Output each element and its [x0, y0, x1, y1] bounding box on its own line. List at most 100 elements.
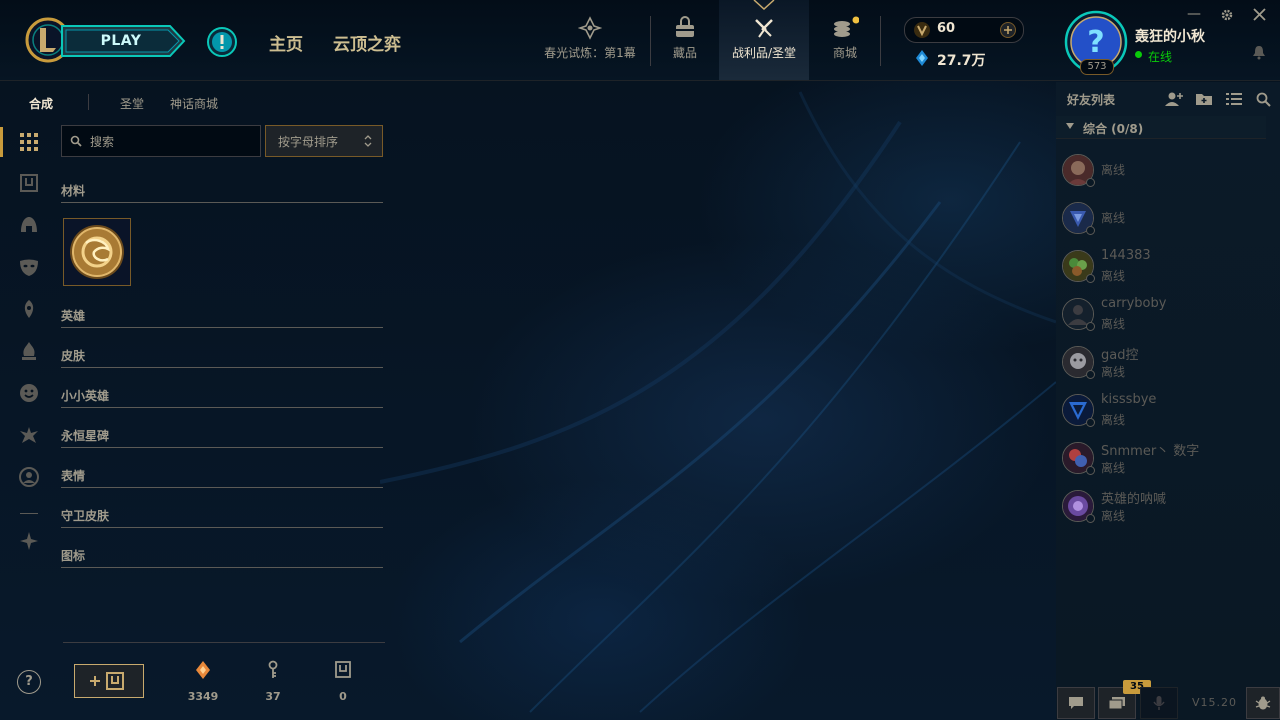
- play-button[interactable]: PLAY: [60, 24, 186, 58]
- profile-icon-filter-icon[interactable]: [18, 466, 40, 488]
- hextech-material-icon: [70, 225, 124, 279]
- status-text[interactable]: 在线: [1148, 48, 1172, 65]
- nav-trial[interactable]: 春光试炼：第1幕: [540, 0, 640, 80]
- key-icon: [268, 660, 278, 678]
- friend-group-label: 综合 (0/8): [1083, 122, 1144, 136]
- offline-status-dot: [1086, 466, 1095, 475]
- nav-tft[interactable]: 云顶之弈: [333, 30, 401, 55]
- friend-item[interactable]: carryboby 离线: [1056, 296, 1280, 344]
- notifications-icon: [1108, 697, 1125, 710]
- chest-filter-icon[interactable]: [18, 172, 40, 194]
- friend-group-header[interactable]: 综合 (0/8): [1056, 116, 1266, 138]
- friend-status: 离线: [1101, 509, 1126, 523]
- divider: [880, 16, 881, 66]
- emote-icon[interactable]: [18, 382, 40, 404]
- blue-essence-icon: [916, 50, 928, 66]
- alert-icon[interactable]: [206, 26, 238, 58]
- grid-icon[interactable]: [18, 131, 40, 153]
- friend-item[interactable]: 144383 离线: [1056, 248, 1280, 296]
- divider: [650, 16, 651, 66]
- summoner-name: 轰狂的小秋: [1135, 29, 1205, 45]
- svg-text:?: ?: [1087, 25, 1104, 60]
- champion-helmet-icon[interactable]: [18, 214, 40, 236]
- close-icon[interactable]: [1253, 8, 1266, 21]
- nav-collection[interactable]: 藏品: [660, 0, 710, 80]
- nav-collection-label: 藏品: [672, 46, 697, 60]
- category-champions[interactable]: 英雄: [61, 307, 383, 328]
- friend-item[interactable]: gad控 离线: [1056, 344, 1280, 392]
- friend-item[interactable]: kisssbye 离线: [1056, 392, 1280, 440]
- friend-status: 离线: [1101, 317, 1126, 331]
- category-little-legends[interactable]: 小小英雄: [61, 387, 383, 408]
- minimize-icon[interactable]: —: [1187, 6, 1201, 22]
- key-counter: 37: [243, 660, 303, 703]
- category-eternals[interactable]: 永恒星碑: [61, 427, 383, 448]
- list-view-icon[interactable]: [1224, 90, 1244, 108]
- chat-button[interactable]: [1057, 687, 1095, 719]
- category-ward-skins[interactable]: 守卫皮肤: [61, 507, 383, 528]
- skin-mask-icon[interactable]: [18, 256, 40, 278]
- rp-value: 60: [937, 21, 956, 36]
- divider: [88, 94, 89, 110]
- friend-item[interactable]: Snmmer丶 数字 离线: [1056, 440, 1280, 488]
- tab-crafting[interactable]: 合成: [29, 95, 53, 112]
- level-badge: 573: [1080, 59, 1114, 75]
- category-label: 皮肤: [61, 349, 86, 363]
- active-indicator-icon: [753, 0, 775, 10]
- nav-loot-label: 战利品/圣堂: [731, 46, 797, 60]
- search-box[interactable]: [61, 125, 261, 157]
- nav-loot[interactable]: 战利品/圣堂: [719, 0, 809, 80]
- friend-status: 离线: [1101, 269, 1126, 283]
- loot-icon: [755, 19, 773, 38]
- offline-status-dot: [1086, 226, 1095, 235]
- category-icons[interactable]: 图标: [61, 547, 383, 568]
- nav-store[interactable]: 商城: [818, 0, 872, 80]
- category-skins[interactable]: 皮肤: [61, 347, 383, 368]
- category-materials[interactable]: 材料: [61, 182, 383, 203]
- category-emotes[interactable]: 表情: [61, 467, 383, 488]
- orange-essence-counter: 3349: [173, 660, 233, 703]
- material-item-slot[interactable]: [63, 218, 131, 286]
- sort-dropdown[interactable]: 按字母排序: [265, 125, 383, 157]
- eternals-icon[interactable]: [18, 340, 40, 362]
- divider: [20, 513, 38, 514]
- bell-icon[interactable]: [1252, 44, 1266, 60]
- friend-status: 离线: [1101, 461, 1126, 475]
- key-value: 37: [265, 690, 281, 703]
- voice-button[interactable]: [1140, 687, 1178, 719]
- nav-home[interactable]: 主页: [269, 30, 303, 55]
- friend-name: carryboby: [1101, 296, 1167, 311]
- tab-mythic-shop[interactable]: 神话商城: [170, 95, 218, 112]
- little-legend-icon[interactable]: [18, 298, 40, 320]
- friend-item[interactable]: 离线: [1056, 152, 1280, 200]
- add-friend-icon[interactable]: [1164, 90, 1184, 108]
- misc-emblem-icon[interactable]: [18, 530, 40, 552]
- ward-skin-icon[interactable]: [18, 424, 40, 446]
- rp-wallet[interactable]: 60: [904, 17, 1024, 43]
- friend-name: kisssbye: [1101, 392, 1157, 407]
- offline-status-dot: [1086, 274, 1095, 283]
- add-chest-button[interactable]: [74, 664, 144, 698]
- tab-sanctum[interactable]: 圣堂: [120, 95, 144, 112]
- friends-title: 好友列表: [1067, 93, 1116, 107]
- add-rp-icon[interactable]: [999, 21, 1017, 39]
- gear-icon[interactable]: [1220, 8, 1234, 22]
- friend-status: 离线: [1101, 163, 1126, 177]
- search-friends-icon[interactable]: [1254, 90, 1274, 108]
- add-folder-icon[interactable]: [1194, 90, 1214, 108]
- help-button[interactable]: ?: [17, 670, 41, 694]
- offline-status-dot: [1086, 418, 1095, 427]
- friend-item[interactable]: 离线: [1056, 200, 1280, 248]
- sort-label: 按字母排序: [278, 135, 339, 149]
- category-label: 永恒星碑: [61, 429, 110, 443]
- sort-arrows-icon: [364, 135, 372, 147]
- chat-icon: [1069, 697, 1083, 709]
- friend-name: gad控: [1101, 348, 1139, 363]
- report-bug-button[interactable]: [1246, 687, 1280, 719]
- category-label: 守卫皮肤: [61, 509, 110, 523]
- friend-item[interactable]: 英雄的呐喊 离线: [1056, 488, 1280, 536]
- nav-trial-label: 春光试炼：第1幕: [544, 46, 636, 60]
- background-art: [380, 91, 1056, 713]
- category-label: 表情: [61, 469, 86, 483]
- search-input[interactable]: [88, 132, 252, 152]
